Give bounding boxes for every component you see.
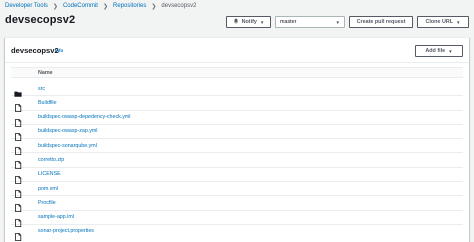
notify-button[interactable]: Notify ▼ [226,16,271,28]
file-list: src Buildfile buildspec-owasp-depedency-ch… [11,82,463,241]
file-row: buildspec-owasp-zap.yml [11,125,463,141]
branch-select[interactable]: master ▼ [275,16,345,28]
file-icon [14,114,22,127]
file-icon [14,171,22,184]
file-name-link[interactable]: Buildfile [38,100,57,106]
breadcrumb-codecommit[interactable]: CodeCommit [63,3,98,9]
file-row: corretto.zip [11,153,463,170]
file-icon [14,185,22,199]
panel-header: devsecopsv2 Info Add file ▼ [5,38,469,63]
breadcrumb-repositories[interactable]: Repositories [113,3,146,9]
file-icon [14,99,22,113]
breadcrumb-developer-tools[interactable]: Developer Tools [5,3,48,9]
info-link[interactable]: Info [55,48,63,53]
file-name-link[interactable]: src [38,86,45,92]
branch-value: master [280,19,297,25]
file-row: buildspec-sonarqube.yml [11,139,463,156]
caret-down-icon: ▼ [259,19,265,25]
column-header-name[interactable]: Name [38,70,53,76]
panel-title: devsecopsv2 [11,46,59,55]
file-name-link[interactable]: Procfile [38,200,56,206]
file-row: sonar-project.properties [11,225,463,241]
file-name-link[interactable]: LICENSE [38,171,61,177]
file-row: Buildfile [11,96,463,113]
file-icon [14,228,22,241]
add-file-button[interactable]: Add file ▼ [415,45,463,57]
chevron-right-icon: ❯ [151,3,157,10]
caret-down-icon: ▼ [335,19,340,25]
file-icon [14,142,22,156]
page-title: devsecopsv2 [5,14,76,26]
file-row: Procfile [11,196,463,213]
file-name-link[interactable]: sample-app.iml [38,214,74,220]
file-icon [14,128,22,141]
file-name-link[interactable]: buildspec-owasp-zap.yml [38,128,97,134]
file-row: pom.xml [11,182,463,199]
caret-down-icon: ▼ [456,19,461,25]
notify-label: Notify [241,19,257,25]
file-icon [14,156,22,170]
file-row: src [11,82,463,97]
clone-url-label: Clone URL [425,19,454,25]
caret-down-icon: ▼ [448,48,453,54]
file-icon [14,199,22,213]
file-name-link[interactable]: corretto.zip [38,157,64,163]
breadcrumb-current: devsecopsv2 [161,3,197,9]
file-icon [14,214,22,227]
file-name-link[interactable]: sonar-project.properties [38,228,94,234]
folder-icon [14,85,22,97]
file-row: LICENSE [11,168,463,184]
chevron-right-icon: ❯ [52,3,58,10]
bell-icon [233,18,239,26]
file-name-link[interactable]: pom.xml [38,186,58,192]
create-pull-request-button[interactable]: Create pull request [349,16,413,28]
chevron-right-icon: ❯ [102,3,108,10]
repository-panel: devsecopsv2 Info Add file ▼ Name src Buil… [5,37,469,242]
file-name-link[interactable]: buildspec-owasp-depedency-check.yml [38,114,130,120]
file-row: buildspec-owasp-depedency-check.yml [11,111,463,127]
file-row: sample-app.iml [11,211,463,227]
breadcrumb: Developer Tools ❯ CodeCommit ❯ Repositor… [5,1,196,11]
file-name-link[interactable]: buildspec-sonarqube.yml [38,143,97,149]
table-header: Name [11,67,463,78]
clone-url-button[interactable]: Clone URL ▼ [417,16,469,28]
add-file-label: Add file [425,48,446,54]
